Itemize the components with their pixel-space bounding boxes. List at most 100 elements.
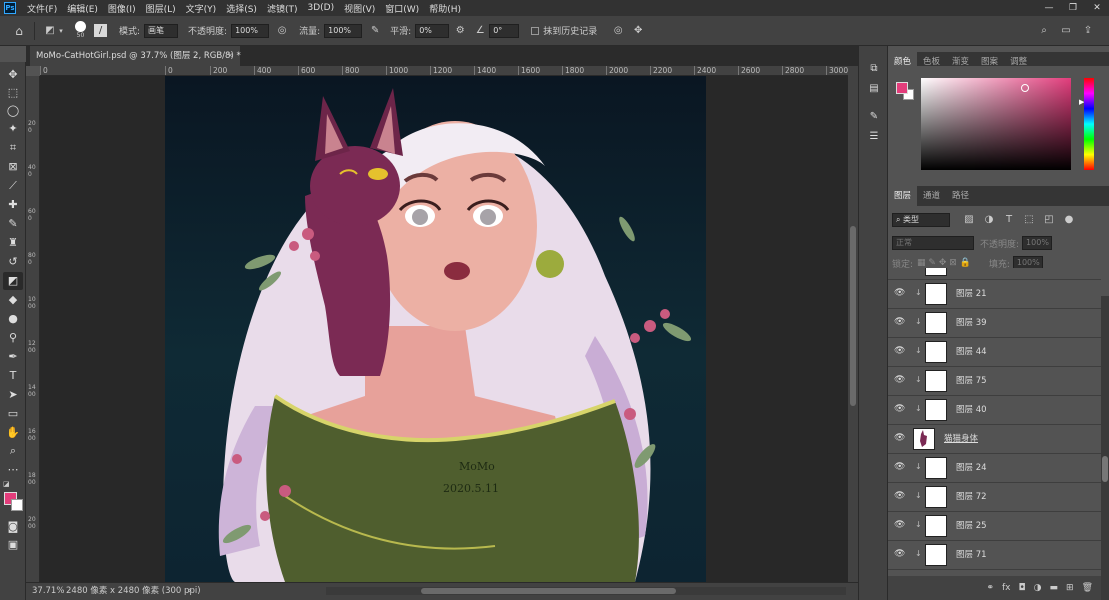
panel-foreground-color-swatch[interactable] [896,82,908,94]
close-window-button[interactable]: ✕ [1085,0,1109,16]
layer-style-fx-icon[interactable]: fx [1002,583,1011,593]
close-document-icon[interactable]: × [227,46,234,66]
restore-button[interactable]: ❐ [1061,0,1085,16]
new-group-folder-icon[interactable]: ▬ [1050,583,1059,593]
tab-layers[interactable]: 图层 [888,186,918,206]
layer-row-partial[interactable] [888,268,1101,280]
workspace-icon[interactable]: ▭ [1059,24,1073,38]
canvas-area[interactable]: MoMo 2020.5.11 [40,76,848,582]
menu-image[interactable]: 图像(I) [103,2,141,15]
layer-row[interactable]: 👁 ↓ 图层 75 [888,367,1101,396]
clone-stamp-tool-icon[interactable]: ♜ [3,234,23,252]
eyedropper-tool-icon[interactable]: ⟋ [3,177,23,195]
brush-tool-icon[interactable]: ✎ [3,215,23,233]
angle-input[interactable]: 0° [489,23,520,38]
menu-window[interactable]: 窗口(W) [380,2,424,15]
zoom-tool-icon[interactable]: ⌕ [3,442,23,460]
crop-tool-icon[interactable]: ⌗ [3,139,23,157]
layer-row[interactable]: 👁 ↓ 图层 24 [888,454,1101,483]
filter-type-icon[interactable]: T [1002,213,1016,227]
layer-name[interactable]: 图层 72 [956,483,987,512]
properties-panel-icon[interactable]: ▤ [866,82,882,96]
default-colors-icon[interactable]: ◪ [3,480,10,488]
color-picker-cursor[interactable] [1021,84,1029,92]
layers-scrollbar[interactable] [1101,296,1109,600]
scrollbar-thumb[interactable] [421,588,676,594]
visibility-eye-icon[interactable]: 👁 [894,491,905,501]
menu-help[interactable]: 帮助(H) [424,2,466,15]
scrollbar-thumb[interactable] [1102,456,1108,482]
visibility-eye-icon[interactable]: 👁 [894,288,905,298]
visibility-eye-icon[interactable]: 👁 [894,433,905,443]
healing-brush-tool-icon[interactable]: ✚ [3,196,23,214]
brush-panel-icon[interactable]: ✎ [866,110,882,124]
marquee-tool-icon[interactable]: ⬚ [3,84,23,102]
blend-mode-select[interactable]: 正常 [892,236,974,250]
scrollbar-thumb[interactable] [850,226,856,406]
layer-filter-select[interactable]: ⌕ 类型 [892,213,950,227]
dodge-tool-icon[interactable]: ⚲ [3,329,23,347]
menu-file[interactable]: 文件(F) [22,2,62,15]
menu-view[interactable]: 视图(V) [339,2,380,15]
menu-3d[interactable]: 3D(D) [302,3,339,13]
layers-list[interactable]: 👁 ↓ 图层 21 👁 ↓ 图层 39 👁 ↓ 图层 44 👁 ↓ 图层 75 … [888,268,1101,576]
brush-preset-picker[interactable]: 50 [75,21,86,40]
zoom-level[interactable]: 37.71% [32,583,64,599]
filter-smart-object-icon[interactable]: ◰ [1042,213,1056,227]
search-icon[interactable]: ⌕ [1037,24,1051,38]
lock-icons[interactable]: ▦ ✎ ✥ ⊠ 🔒 [917,258,971,268]
color-picker-field[interactable] [921,78,1071,170]
mode-select[interactable]: 画笔 [144,23,179,38]
document-tab[interactable]: MoMo-CatHotGirl.psd @ 37.7% (图层 2, RGB/8… [30,46,241,66]
layer-name[interactable]: 图层 25 [956,512,987,541]
magic-wand-tool-icon[interactable]: ✦ [3,120,23,138]
add-mask-icon[interactable]: ◘ [1019,583,1026,593]
erase-history-checkbox[interactable] [531,26,540,35]
adjustments-panel-icon[interactable]: ☰ [866,130,882,144]
layer-name[interactable]: 图层 75 [956,367,987,396]
layer-name[interactable]: 图层 24 [956,454,987,483]
layer-row[interactable]: 👁 ↓ 图层 72 [888,483,1101,512]
smoothing-settings-gear-icon[interactable]: ⚙ [453,24,467,38]
menu-filter[interactable]: 滤镜(T) [262,2,303,15]
delete-layer-trash-icon[interactable]: 🗑 [1082,583,1093,593]
layer-name[interactable]: 图层 21 [956,280,987,309]
tab-paths[interactable]: 路径 [946,186,975,206]
airbrush-icon[interactable]: ✎ [368,24,382,38]
visibility-eye-icon[interactable]: 👁 [894,317,905,327]
adjustment-layer-icon[interactable]: ◑ [1034,583,1042,593]
frame-tool-icon[interactable]: ⊠ [3,158,23,176]
blur-tool-icon[interactable]: ● [3,310,23,328]
pressure-size-icon[interactable]: ◎ [611,24,625,38]
layer-name[interactable]: 图层 40 [956,396,987,425]
hand-tool-icon[interactable]: ✋ [3,424,23,442]
paint-bucket-tool-icon[interactable]: ◆ [3,291,23,309]
tab-channels[interactable]: 通道 [917,186,946,206]
layer-name[interactable]: 图层 39 [956,309,987,338]
layer-name[interactable]: 猫猫身体 [944,425,978,454]
canvas-horizontal-scrollbar[interactable] [326,587,846,595]
new-layer-icon[interactable]: ⊞ [1066,583,1074,593]
pen-tool-icon[interactable]: ✒ [3,348,23,366]
filter-pixel-icon[interactable]: ▨ [962,213,976,227]
menu-type[interactable]: 文字(Y) [181,2,222,15]
lasso-tool-icon[interactable]: ◯ [3,102,23,120]
status-menu-arrow-icon[interactable]: › [188,583,191,599]
eraser-tool-preset-icon[interactable]: ◩ [43,24,57,38]
menu-edit[interactable]: 编辑(E) [62,2,103,15]
layer-opacity-input[interactable]: 100% [1022,236,1053,250]
menu-select[interactable]: 选择(S) [221,2,262,15]
history-brush-tool-icon[interactable]: ↺ [3,253,23,271]
share-icon[interactable]: ⇪ [1081,24,1095,38]
brush-settings-icon[interactable]: / [94,24,107,37]
hue-slider[interactable] [1084,78,1094,170]
layer-row[interactable]: 👁 ↓ 图层 25 [888,512,1101,541]
filter-adjustment-icon[interactable]: ◑ [982,213,996,227]
layer-name[interactable]: 图层 71 [956,541,987,570]
background-color-swatch[interactable] [11,499,23,511]
pressure-opacity-icon[interactable]: ◎ [275,24,289,38]
quick-mask-icon[interactable]: ◙ [3,518,23,536]
type-tool-icon[interactable]: T [3,367,23,385]
history-panel-icon[interactable]: ⧉ [866,62,882,76]
document-canvas[interactable]: MoMo 2020.5.11 [165,76,706,582]
